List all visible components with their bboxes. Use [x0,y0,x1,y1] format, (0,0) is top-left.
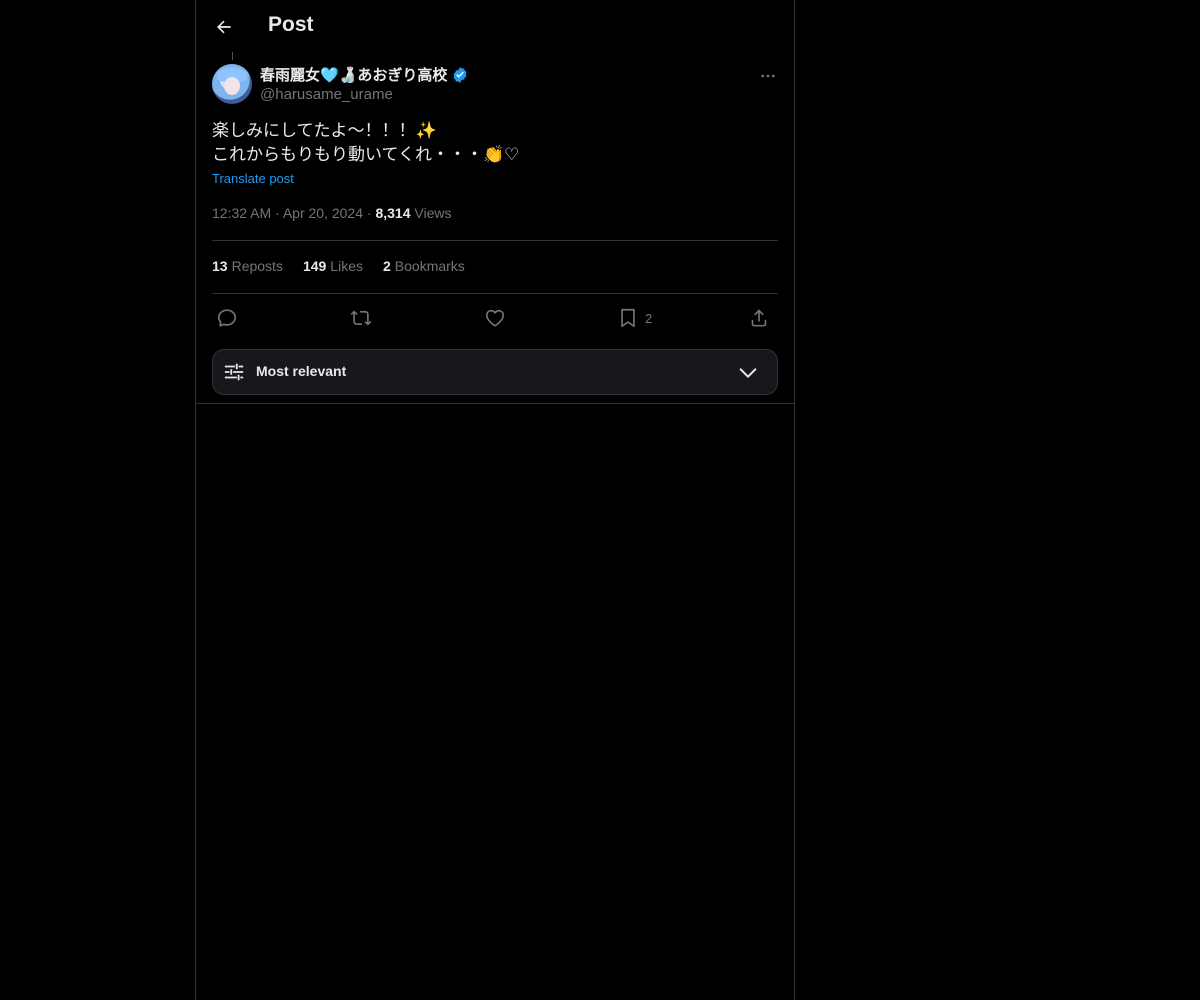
reposts-count: 13 [212,258,228,274]
page-title: Post [268,13,314,36]
bookmark-icon [621,308,635,328]
more-options-button[interactable] [756,64,780,88]
post-date[interactable]: Apr 20, 2024 [283,205,363,221]
bookmarks-stat[interactable]: 2 Bookmarks [383,258,465,274]
reply-sort-dropdown[interactable]: Most relevant [212,349,778,395]
arrow-left-icon [217,20,231,34]
post-text-line: 楽しみにしてたよ〜！！！✨ [212,121,437,140]
views-label: Views [414,205,452,221]
back-button[interactable] [210,13,238,41]
header: Post [196,0,794,53]
translate-post-link[interactable]: Translate post [212,171,294,186]
divider [212,293,778,294]
views-count: 8,314 [375,205,411,221]
share-button[interactable] [748,305,770,331]
thread-connector [232,52,233,60]
sort-label: Most relevant [256,363,347,379]
main-column: Post 春雨麗女🩵🍶あおぎり高校 @harusame_urame 楽しみにして… [195,0,795,1000]
likes-label: Likes [330,258,363,274]
likes-stat[interactable]: 149 Likes [303,258,363,274]
verified-badge-icon[interactable] [451,66,469,84]
heart-icon [485,309,505,327]
like-button[interactable] [484,305,506,331]
author-handle[interactable]: @harusame_urame [260,86,393,103]
bookmark-button[interactable]: 2 [617,305,652,331]
chevron-down-icon [739,368,757,378]
post-text: 楽しみにしてたよ〜！！！✨ これからもりもり動いてくれ・・・👏♡ [212,119,519,167]
bookmark-count: 2 [645,310,653,326]
post-time[interactable]: 12:32 AM [212,205,271,221]
author-display-name[interactable]: 春雨麗女🩵🍶あおぎり高校 [260,64,447,85]
avatar[interactable] [212,64,252,104]
post-meta: 12:32 AM · Apr 20, 2024 · 8,314 Views [212,205,451,221]
repost-button[interactable] [350,305,372,331]
action-bar: 2 [212,305,778,331]
more-horizontal-icon [761,74,775,78]
reposts-stat[interactable]: 13 Reposts [212,258,283,274]
reply-button[interactable] [216,305,238,331]
author-name-row: 春雨麗女🩵🍶あおぎり高校 [260,64,469,85]
likes-count: 149 [302,258,327,274]
engagement-stats: 13 Reposts 149 Likes 2 Bookmarks [212,258,465,274]
reply-icon [217,309,237,327]
avatar-face [224,77,240,95]
meta-separator: · [275,205,283,221]
repost-icon [350,310,372,326]
post-text-line: これからもりもり動いてくれ・・・👏♡ [212,145,520,164]
divider [212,240,778,241]
sliders-icon [224,363,244,381]
bookmarks-count: 2 [382,258,391,274]
section-divider [196,403,794,404]
reposts-label: Reposts [231,258,283,274]
share-icon [751,309,767,327]
bookmarks-label: Bookmarks [394,258,465,274]
